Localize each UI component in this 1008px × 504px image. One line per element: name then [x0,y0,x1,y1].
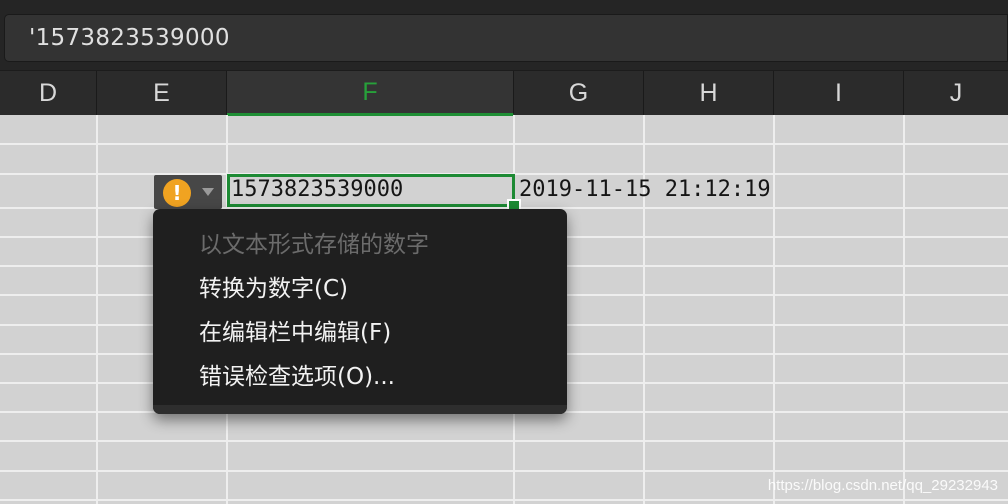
row-divider [0,499,1008,501]
column-header-i[interactable]: I [774,71,904,116]
column-divider [773,115,775,504]
column-divider [903,115,905,504]
column-divider [643,115,645,504]
menu-item-error-checking-options[interactable]: 错误检查选项(O)... [199,357,395,391]
menu-item-edit-in-formula-bar[interactable]: 在编辑栏中编辑(F) [199,313,391,347]
row-divider [0,470,1008,472]
column-header-f[interactable]: F [227,71,514,116]
exclamation-icon: ! [163,179,191,207]
chevron-down-icon [202,188,214,196]
menu-item-convert-to-number[interactable]: 转换为数字(C) [199,269,348,303]
error-indicator-button[interactable]: ! [154,175,222,209]
error-context-menu: 以文本形式存储的数字 转换为数字(C) 在编辑栏中编辑(F) 错误检查选项(O)… [153,209,567,414]
formula-input[interactable]: '1573823539000 [4,14,1008,62]
formula-value: '1573823539000 [29,25,230,51]
cell-g-value[interactable]: 2019-11-15 21:12:19 [519,177,771,202]
row-divider [0,143,1008,145]
column-header-d[interactable]: D [0,71,97,116]
column-header-bar: D E F G H I J [0,70,1008,116]
watermark-url: https://blog.csdn.net/qq_29232943 [767,477,998,494]
column-header-e[interactable]: E [97,71,227,116]
column-header-j[interactable]: J [904,71,1008,116]
menu-footer [153,405,567,414]
active-cell-border [227,174,515,207]
column-header-h[interactable]: H [644,71,774,116]
column-header-g[interactable]: G [514,71,644,116]
formula-area: '1573823539000 [0,0,1008,70]
menu-item-number-stored-as-text: 以文本形式存储的数字 [199,232,429,258]
column-divider [96,115,98,504]
row-divider [0,440,1008,442]
